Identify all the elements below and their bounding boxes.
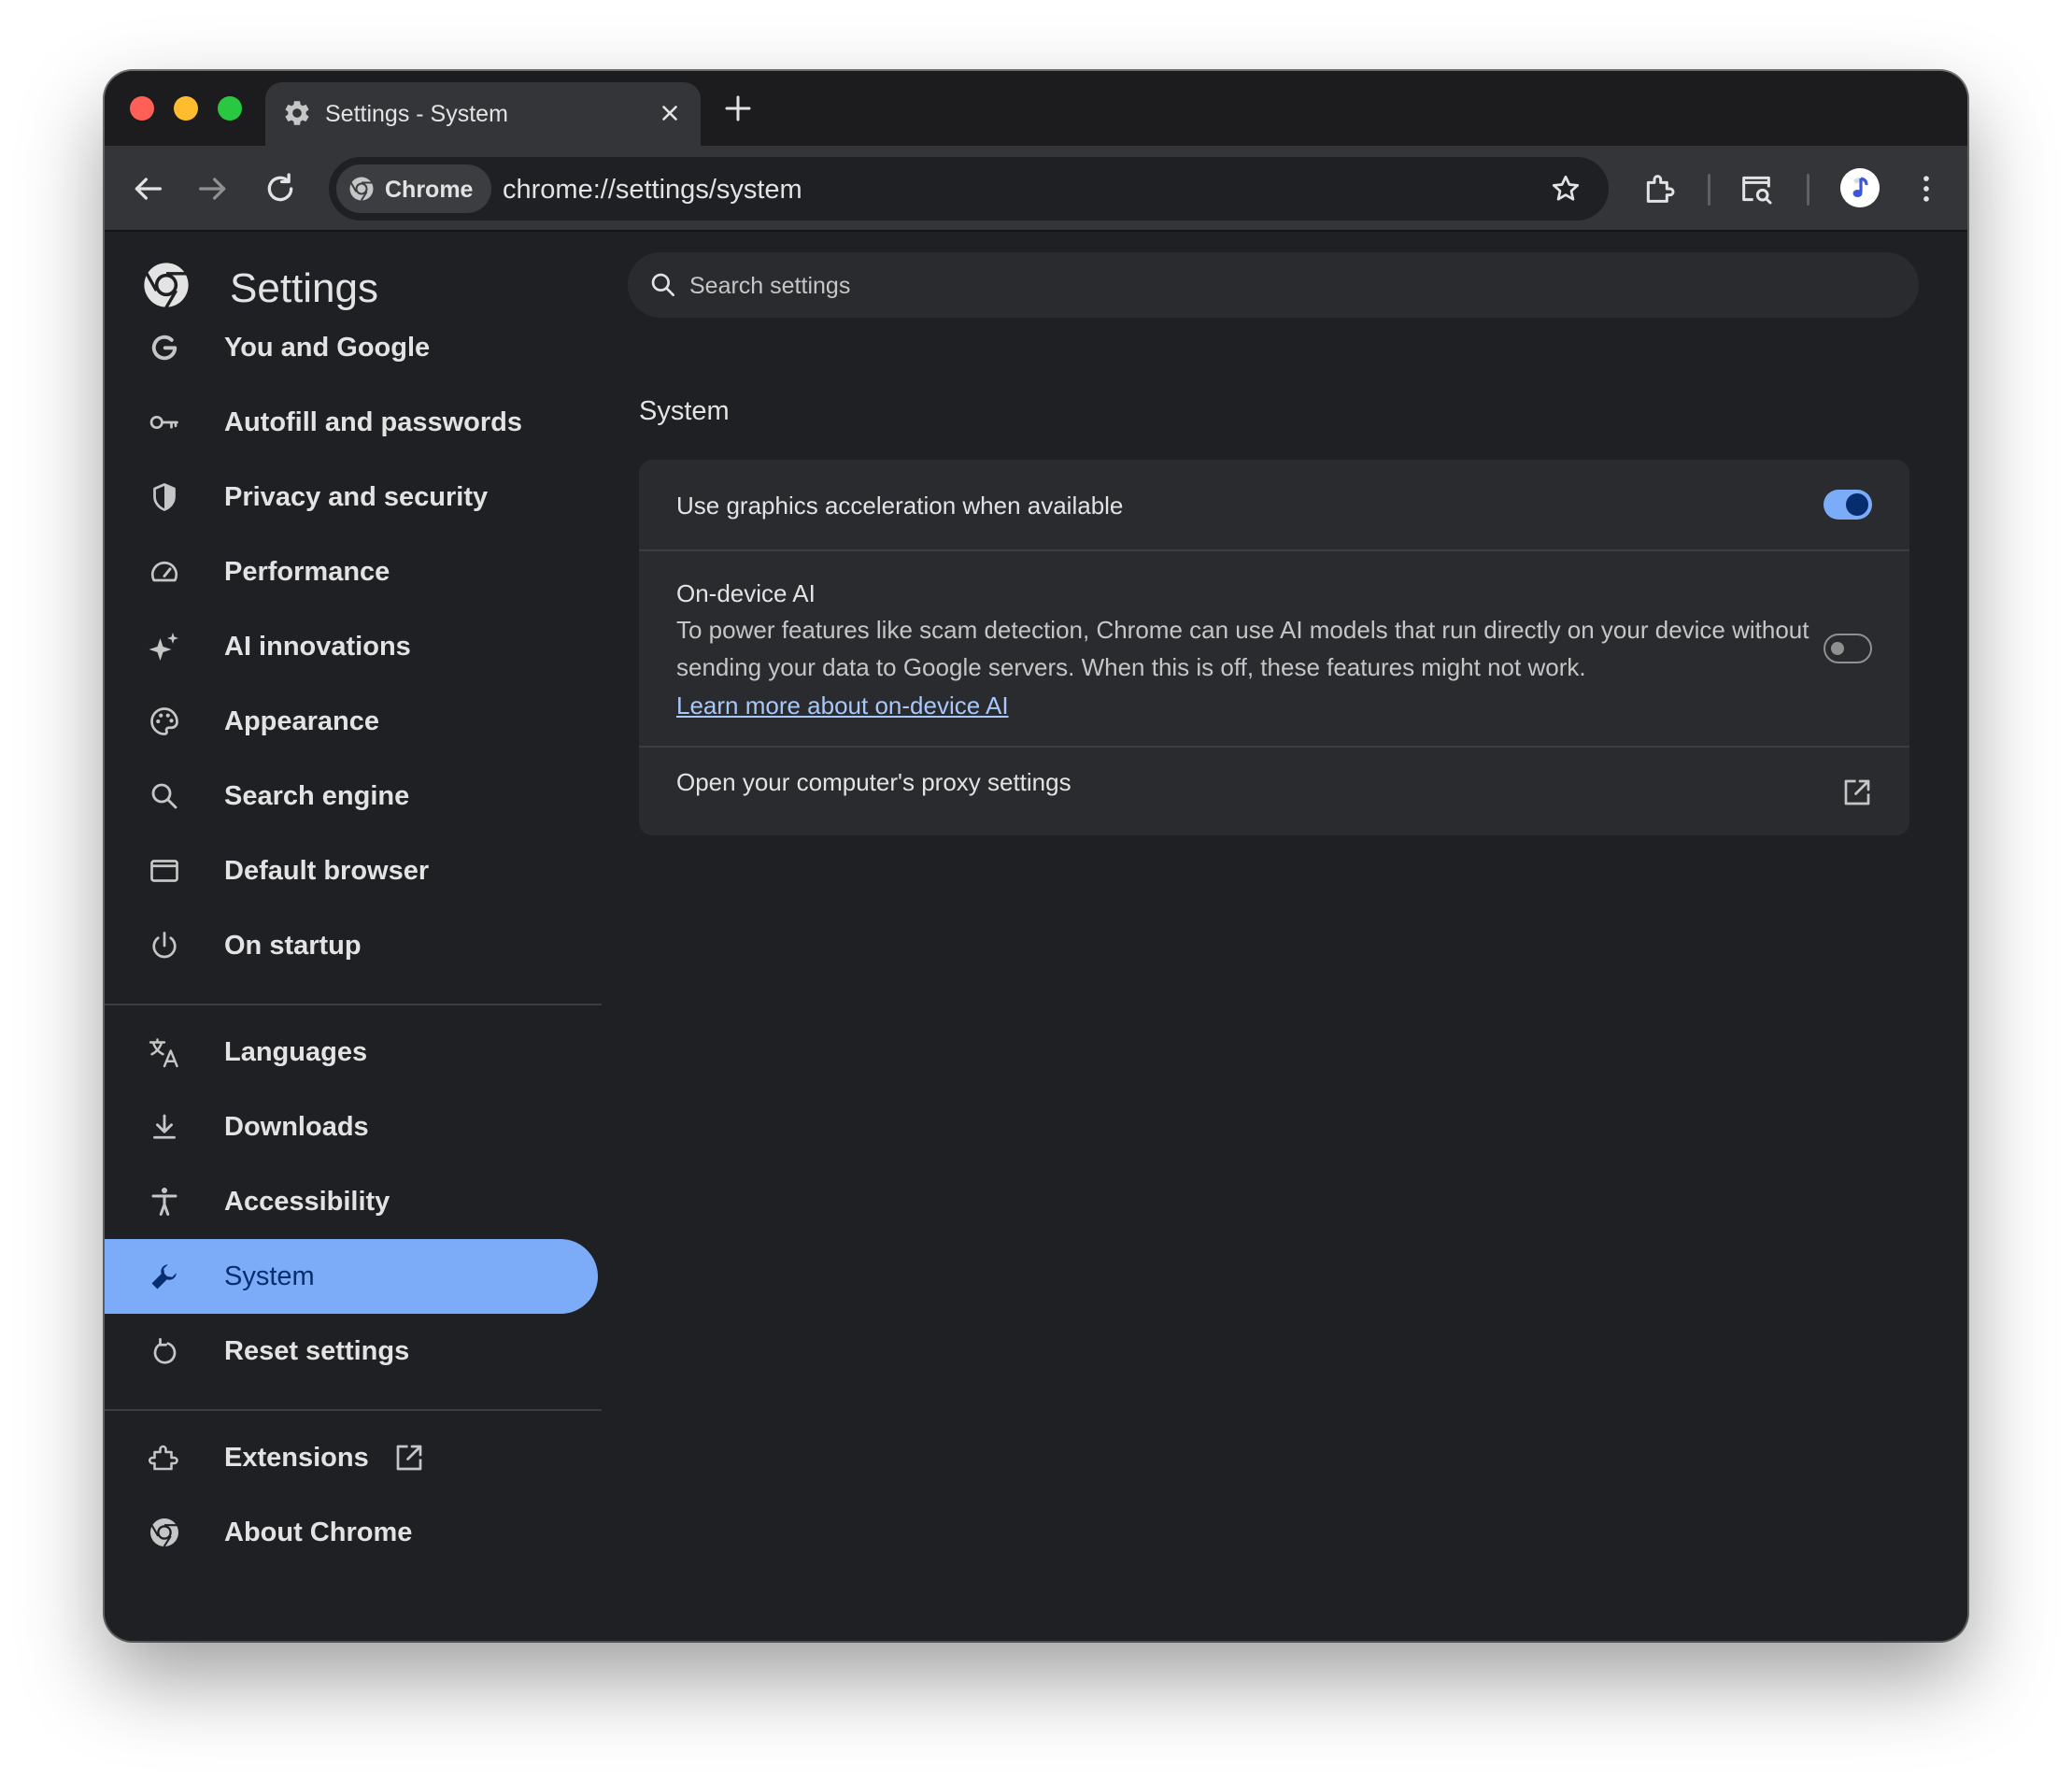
sidebar-item-label: Autofill and passwords [224,407,523,437]
sidebar-item-label: Reset settings [224,1336,410,1366]
search-settings-input[interactable]: Search settings [628,252,1919,318]
wrench-icon [151,1264,177,1289]
sidebar-item-appearance[interactable]: Appearance [105,684,598,759]
sidebar-item-you-and-google[interactable]: You and Google [105,310,598,385]
open-in-new-icon[interactable] [1840,776,1874,809]
open-in-new-icon [396,1445,422,1471]
sidebar-item-label: Accessibility [224,1187,390,1217]
gear-icon [285,101,309,125]
extensions-puzzle-icon[interactable] [1640,170,1678,207]
on-device-ai-label: On-device AI [676,579,816,607]
on-device-ai-description: To power features like scam detection, C… [676,616,1809,681]
page-title: Settings [230,265,378,311]
more-menu-icon[interactable] [1908,170,1945,207]
minimize-window-button[interactable] [174,96,198,121]
tab-search-icon[interactable] [1738,170,1775,207]
sidebar-item-label: Appearance [224,706,380,736]
toolbar-divider [1708,174,1710,206]
toolbar: Chrome chrome://settings/system [105,146,1967,232]
speedometer-icon [150,561,178,582]
forward-arrow-icon[interactable] [194,170,232,207]
toolbar-divider [1807,174,1809,206]
sidebar-item-default-browser[interactable]: Default browser [105,834,598,908]
close-icon[interactable] [658,101,682,125]
sidebar-item-label: Search engine [224,781,410,811]
bookmark-star-icon[interactable] [1549,172,1582,206]
key-icon [149,415,178,430]
chrome-logo-icon [150,1518,178,1547]
search-placeholder: Search settings [689,273,851,299]
sidebar-item-label: About Chrome [224,1517,413,1547]
translate-icon [149,1038,178,1068]
profile-avatar[interactable] [1840,168,1880,207]
tab-settings-system[interactable]: Settings - System [265,82,701,146]
sidebar-divider [105,1409,602,1411]
tab-strip: Settings - System [105,71,1967,146]
url-text[interactable]: chrome://settings/system [503,175,802,206]
sidebar-item-label: You and Google [224,333,431,363]
sidebar-item-label: Languages [224,1037,368,1067]
sidebar-item-extensions[interactable]: Extensions [105,1420,598,1495]
tab-title: Settings - System [325,101,508,127]
chip-label: Chrome [385,177,474,203]
section-title: System [639,396,730,426]
profile-avatar-image [1840,168,1880,207]
sidebar-item-label: Default browser [224,856,430,886]
search-icon [151,783,177,809]
sidebar-item-label: AI innovations [224,632,411,662]
google-g-icon [151,335,177,361]
address-bar[interactable]: Chrome chrome://settings/system [329,157,1609,221]
sidebar-divider [105,1004,602,1005]
puzzle-icon [149,1445,178,1471]
sidebar-item-performance[interactable]: Performance [105,534,598,609]
graphics-acceleration-row[interactable]: Use graphics acceleration when available [639,460,1909,549]
proxy-settings-label: Open your computer's proxy settings [676,768,1071,796]
sidebar-item-on-startup[interactable]: On startup [105,908,598,983]
sidebar-item-label: Extensions [224,1443,369,1473]
browser-window-icon [150,860,178,882]
download-icon [153,1114,176,1139]
maximize-window-button[interactable] [218,96,242,121]
sidebar-item-label: Privacy and security [224,482,489,512]
system-settings-card: Use graphics acceleration when available… [639,460,1909,835]
shield-icon [153,483,176,511]
power-icon [152,932,177,959]
sidebar-item-label: Performance [224,557,390,587]
reload-icon[interactable] [262,170,299,207]
chrome-logo-icon [349,177,374,202]
accessibility-icon [151,1188,177,1216]
sidebar-item-privacy[interactable]: Privacy and security [105,460,598,534]
sidebar-item-about-chrome[interactable]: About Chrome [105,1495,598,1570]
site-info-chip[interactable]: Chrome [336,164,491,213]
sidebar-item-ai-innovations[interactable]: AI innovations [105,609,598,684]
search-icon [651,273,674,296]
graphics-acceleration-label: Use graphics acceleration when available [676,492,1124,520]
sidebar-item-autofill[interactable]: Autofill and passwords [105,385,598,460]
sidebar-item-label: On startup [224,931,362,961]
on-device-ai-row: On-device AI To power features like scam… [639,549,1909,746]
reset-icon [153,1337,177,1364]
on-device-ai-toggle[interactable] [1824,634,1872,663]
back-arrow-icon[interactable] [129,170,166,207]
sidebar-item-languages[interactable]: Languages [105,1015,598,1090]
settings-page: Settings Search settings You and Google … [105,232,1967,1641]
sparkle-icon [149,633,178,661]
new-tab-button[interactable] [721,92,755,125]
sidebar-item-reset-settings[interactable]: Reset settings [105,1314,598,1389]
graphics-acceleration-toggle[interactable] [1824,490,1872,520]
learn-more-link[interactable]: Learn more about on-device AI [676,691,1009,720]
sidebar-item-search-engine[interactable]: Search engine [105,759,598,834]
sidebar-item-label: System [224,1261,315,1291]
close-window-button[interactable] [130,96,154,121]
sidebar-item-downloads[interactable]: Downloads [105,1090,598,1164]
chrome-logo-icon [144,263,189,309]
palette-icon [150,707,178,735]
sidebar-item-accessibility[interactable]: Accessibility [105,1164,598,1239]
sidebar-item-system[interactable]: System [105,1239,598,1314]
proxy-settings-row[interactable]: Open your computer's proxy settings [639,746,1909,835]
browser-window: Settings - System Chrome chrome://settin… [105,71,1967,1641]
sidebar-item-label: Downloads [224,1112,369,1142]
